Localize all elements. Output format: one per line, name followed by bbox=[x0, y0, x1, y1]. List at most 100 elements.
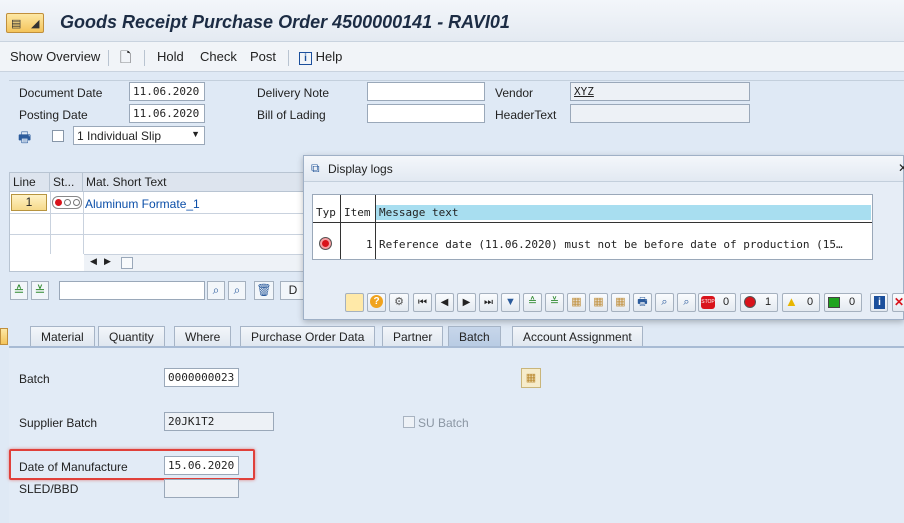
find-icon[interactable]: ⌕ bbox=[207, 281, 225, 300]
tab-quantity[interactable]: Quantity bbox=[98, 326, 165, 347]
log-table: Typ Item Message text 1 Reference date (… bbox=[312, 194, 873, 260]
sort-descending-icon[interactable]: ≚ bbox=[545, 293, 564, 312]
tab-purchase-order-data[interactable]: Purchase Order Data bbox=[240, 326, 376, 347]
toolbar-separator bbox=[288, 50, 289, 66]
success-icon bbox=[828, 297, 840, 308]
posting-date-field[interactable]: 11.06.2020 bbox=[129, 104, 205, 123]
header-text-field[interactable] bbox=[570, 104, 750, 123]
print-icon[interactable]: 🖶 bbox=[633, 293, 652, 312]
previous-icon[interactable]: ◀ bbox=[435, 293, 454, 312]
application-toolbar: Show Overview 🗋 Hold Check Post i Help bbox=[0, 42, 904, 72]
choose-layout-icon[interactable]: ▦ bbox=[589, 293, 608, 312]
material-short-text[interactable]: Aluminum Formate_1 bbox=[85, 197, 200, 211]
sled-bbd-label: SLED/BBD bbox=[19, 482, 79, 496]
warning-icon: ▲ bbox=[785, 294, 798, 309]
cancel-icon[interactable]: ✕ bbox=[892, 293, 904, 312]
print-checkbox[interactable] bbox=[52, 130, 64, 142]
log-message-text[interactable]: Reference date (11.06.2020) must not be … bbox=[379, 238, 871, 251]
new-document-icon[interactable]: 🗋 bbox=[120, 47, 131, 71]
batch-tab-panel bbox=[9, 346, 904, 523]
items-table: Line St... Mat. Short Text 1 Aluminum Fo… bbox=[9, 172, 309, 272]
document-date-field[interactable]: 11.06.2020 bbox=[129, 82, 205, 101]
dropdown-arrow-icon: ◢ bbox=[31, 18, 40, 30]
bill-of-lading-field[interactable] bbox=[367, 104, 485, 123]
save-layout-icon[interactable]: ▦ bbox=[611, 293, 630, 312]
show-overview-button[interactable]: Show Overview bbox=[10, 49, 100, 64]
find-next-icon[interactable]: ⌕ bbox=[228, 281, 246, 300]
tab-account-assignment[interactable]: Account Assignment bbox=[512, 326, 643, 347]
sort-ascending-icon[interactable]: ≙ bbox=[523, 293, 542, 312]
horizontal-scrollbar[interactable]: ◀ ▶ bbox=[84, 254, 308, 271]
menu-icon[interactable]: ▤ ◢ bbox=[6, 13, 44, 33]
find-icon[interactable]: ⌕ bbox=[655, 293, 674, 312]
batch-field[interactable]: 0000000023 bbox=[164, 368, 239, 387]
layout-icon[interactable]: ▦ bbox=[567, 293, 586, 312]
align-bottom-icon[interactable]: ≚ bbox=[31, 281, 49, 300]
title-bar: ▤ ◢ Goods Receipt Purchase Order 4500000… bbox=[0, 0, 904, 42]
printer-icon[interactable]: 🖶 bbox=[18, 127, 31, 151]
delete-icon[interactable]: 🗑 bbox=[254, 281, 274, 300]
column-header-line[interactable]: Line bbox=[10, 173, 50, 192]
error-icon bbox=[744, 296, 756, 308]
tab-where[interactable]: Where bbox=[174, 326, 232, 347]
line-number-cell[interactable]: 1 bbox=[11, 194, 47, 211]
document-date-label: Document Date bbox=[19, 86, 103, 100]
row-divider bbox=[10, 234, 308, 235]
column-header-status[interactable]: St... bbox=[50, 173, 83, 192]
row-divider bbox=[313, 222, 872, 223]
info-icon[interactable]: i bbox=[870, 293, 888, 312]
help-question-icon[interactable]: ? bbox=[367, 293, 386, 312]
delivery-note-field[interactable] bbox=[367, 82, 485, 101]
next-icon[interactable]: ▶ bbox=[457, 293, 476, 312]
sled-bbd-field[interactable] bbox=[164, 479, 239, 498]
scroll-thumb[interactable] bbox=[121, 257, 133, 269]
column-header-short-text[interactable]: Mat. Short Text bbox=[83, 173, 309, 192]
batch-classification-icon[interactable]: ▦ bbox=[521, 368, 541, 388]
vendor-field[interactable]: XYZ bbox=[570, 82, 750, 101]
check-button[interactable]: Check bbox=[200, 49, 237, 64]
supplier-batch-label: Supplier Batch bbox=[19, 416, 98, 430]
column-divider bbox=[340, 195, 341, 259]
dialog-title-bar: ⧉ Display logs ✕ bbox=[304, 156, 904, 182]
slip-select[interactable]: 1 Individual Slip ▼ bbox=[73, 126, 205, 145]
hold-button[interactable]: Hold bbox=[157, 49, 184, 64]
filter-icon[interactable]: ▼ bbox=[501, 293, 520, 312]
first-page-icon[interactable]: ⏮ bbox=[413, 293, 432, 312]
stop-count-button[interactable]: STOP 0 bbox=[698, 293, 736, 312]
delivery-note-label: Delivery Note bbox=[257, 86, 330, 100]
column-header-typ[interactable]: Typ bbox=[316, 206, 336, 219]
slip-select-value: 1 Individual Slip bbox=[77, 129, 162, 143]
log-item-number: 1 bbox=[366, 238, 373, 251]
search-text-input[interactable] bbox=[59, 281, 205, 300]
scroll-right-icon[interactable]: ▶ bbox=[104, 256, 111, 267]
scroll-left-icon[interactable]: ◀ bbox=[90, 256, 97, 267]
header-text-label: HeaderText bbox=[495, 108, 557, 122]
item-detail-tabs: Material Quantity Where Purchase Order D… bbox=[0, 326, 904, 348]
find-next-icon[interactable]: ⌕ bbox=[677, 293, 696, 312]
posting-date-label: Posting Date bbox=[19, 108, 88, 122]
stop-count: 0 bbox=[723, 296, 730, 308]
column-header-message[interactable]: Message text bbox=[379, 206, 458, 219]
menu-grid-icon: ▤ bbox=[11, 18, 22, 30]
last-page-icon[interactable]: ⏭ bbox=[479, 293, 498, 312]
warning-count: 0 bbox=[807, 296, 814, 308]
technical-info-icon[interactable]: ⚙ bbox=[389, 293, 409, 312]
column-divider bbox=[83, 192, 84, 254]
tab-batch[interactable]: Batch bbox=[448, 326, 501, 347]
tab-partner[interactable]: Partner bbox=[382, 326, 444, 347]
dialog-title: Display logs bbox=[328, 162, 393, 176]
stop-icon: STOP bbox=[701, 296, 715, 309]
close-icon[interactable]: ✕ bbox=[898, 161, 904, 175]
align-top-icon[interactable]: ≙ bbox=[10, 281, 28, 300]
success-count-button[interactable]: 0 bbox=[824, 293, 862, 312]
column-header-item[interactable]: Item bbox=[344, 206, 371, 219]
tab-menu-icon[interactable] bbox=[0, 328, 8, 345]
tab-material[interactable]: Material bbox=[30, 326, 95, 347]
su-batch-checkbox[interactable] bbox=[403, 416, 415, 428]
warning-count-button[interactable]: ▲ 0 bbox=[782, 293, 820, 312]
supplier-batch-field[interactable]: 20JK1T2 bbox=[164, 412, 274, 431]
post-button[interactable]: Post bbox=[250, 49, 276, 64]
error-count-button[interactable]: 1 bbox=[740, 293, 778, 312]
select-all-icon[interactable] bbox=[345, 293, 364, 312]
help-button[interactable]: i Help bbox=[299, 49, 342, 65]
